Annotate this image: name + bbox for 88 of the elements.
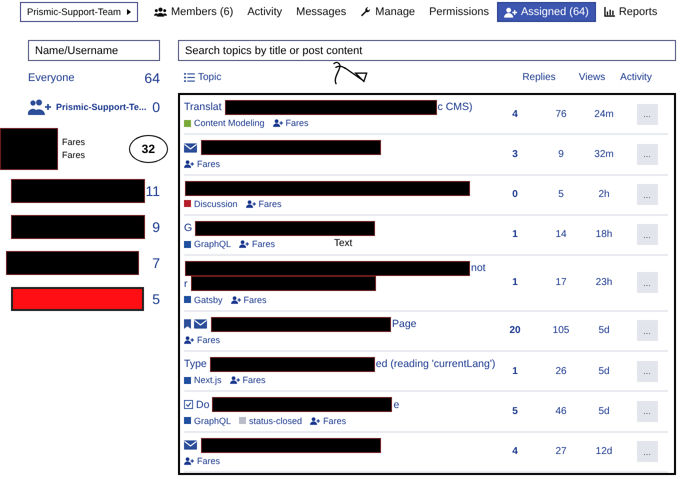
activity-time: 2h: [597, 189, 611, 200]
views-count: 9: [557, 148, 565, 160]
topic-title-link[interactable]: ed (reading 'currentLang'): [376, 358, 496, 370]
topic-title-link[interactable]: e: [393, 398, 400, 411]
assignee-link[interactable]: Fares: [197, 456, 220, 466]
column-header[interactable]: Topic: [178, 72, 514, 82]
more-button[interactable]: ...: [636, 320, 658, 342]
category-tag[interactable]: GraphQL: [184, 416, 232, 426]
replies-count: 4: [511, 446, 519, 458]
views-count: 105: [552, 325, 570, 336]
column-header[interactable]: Replies: [514, 72, 564, 82]
column-header[interactable]: Views: [574, 72, 610, 82]
more-button[interactable]: ...: [636, 224, 658, 246]
assignee-link[interactable]: Fares: [197, 158, 220, 169]
assignee-link[interactable]: Fares: [323, 416, 346, 426]
topic-title-link[interactable]: G: [184, 222, 192, 234]
search-field[interactable]: Search topics by title or post content: [178, 40, 676, 61]
handwritten-note: Text: [334, 238, 352, 249]
name-filter-field[interactable]: Name/Username: [28, 40, 160, 61]
replies-count: 3: [511, 148, 519, 160]
replies-count: 1: [511, 366, 519, 377]
category-tag[interactable]: Content Modeling: [184, 118, 265, 128]
group-filter-link[interactable]: Prismic-Support-Te...: [56, 102, 146, 112]
activity-time: 23h: [594, 277, 614, 288]
views-count: 17: [554, 277, 568, 288]
column-header[interactable]: Activity: [616, 72, 656, 82]
views-count: 26: [554, 366, 568, 377]
nav-tab[interactable]: Assigned (64): [496, 2, 596, 22]
views-count: 76: [554, 108, 568, 120]
activity-time: 5d: [597, 325, 611, 336]
more-button[interactable]: ...: [636, 441, 658, 462]
activity-time: 5d: [597, 366, 611, 377]
assignee-link[interactable]: Fares: [244, 294, 267, 305]
activity-time: 12d: [594, 446, 614, 458]
views-count: 5: [557, 189, 565, 200]
nav-tab[interactable]: Manage: [354, 2, 422, 22]
nav-tab[interactable]: Activity: [241, 2, 288, 22]
activity-time: 18h: [594, 229, 614, 240]
group-dropdown-button[interactable]: Prismic-Support-Team: [20, 2, 138, 22]
topic-title-link[interactable]: Translat: [184, 101, 222, 114]
more-button[interactable]: ...: [636, 104, 658, 125]
more-button[interactable]: ...: [636, 272, 658, 294]
assignee-link[interactable]: Fares: [242, 375, 266, 386]
topic-count: 9: [152, 219, 160, 235]
topic-title-link[interactable]: Type: [184, 358, 207, 370]
activity-time: 32m: [593, 148, 615, 160]
topic-count: 7: [152, 255, 160, 271]
assignee-link[interactable]: Fares: [258, 198, 282, 209]
more-button[interactable]: ...: [636, 360, 658, 382]
nav-tab[interactable]: Permissions: [423, 2, 495, 22]
replies-count: 5: [511, 406, 519, 417]
activity-time: 5d: [597, 406, 611, 417]
views-count: 46: [554, 406, 568, 417]
views-count: 14: [554, 229, 568, 240]
nav-tab[interactable]: Messages: [290, 2, 352, 22]
more-button[interactable]: ...: [636, 184, 658, 206]
circled-count: 32: [128, 135, 168, 163]
replies-count: 20: [508, 325, 522, 336]
group-filter-link[interactable]: Everyone: [28, 72, 74, 84]
topic-count: 11: [145, 183, 160, 199]
replies-count: 0: [511, 189, 519, 200]
member-name[interactable]: Fares: [62, 136, 86, 149]
member-name[interactable]: Fares: [62, 149, 86, 162]
category-tag[interactable]: Next.js: [184, 375, 222, 386]
category-tag[interactable]: GraphQL: [184, 239, 232, 250]
topic-title-link[interactable]: not: [471, 262, 486, 274]
more-button[interactable]: ...: [636, 400, 658, 422]
replies-count: 1: [511, 229, 519, 240]
assignee-link[interactable]: Fares: [286, 118, 309, 128]
activity-time: 24m: [593, 108, 615, 120]
topic-title-link[interactable]: r: [184, 278, 188, 290]
topic-count: 64: [144, 70, 160, 86]
replies-count: 1: [511, 277, 519, 288]
topic-count: 0: [152, 99, 160, 115]
more-button[interactable]: ...: [636, 144, 658, 165]
assignee-link[interactable]: Fares: [252, 239, 276, 250]
assignee-link[interactable]: Fares: [197, 334, 220, 345]
topic-title-link[interactable]: c CMS): [438, 101, 473, 114]
category-tag[interactable]: Discussion: [184, 198, 238, 209]
topic-count: 5: [152, 291, 160, 307]
topic-title-link[interactable]: Do: [196, 398, 210, 411]
nav-tab[interactable]: Members (6): [148, 2, 240, 22]
category-tag[interactable]: Gatsby: [184, 294, 223, 305]
topic-title-link[interactable]: Page: [392, 318, 417, 330]
replies-count: 4: [511, 108, 519, 120]
category-tag[interactable]: status-closed: [239, 416, 302, 426]
views-count: 27: [554, 446, 568, 458]
nav-tab[interactable]: Reports: [598, 2, 664, 22]
